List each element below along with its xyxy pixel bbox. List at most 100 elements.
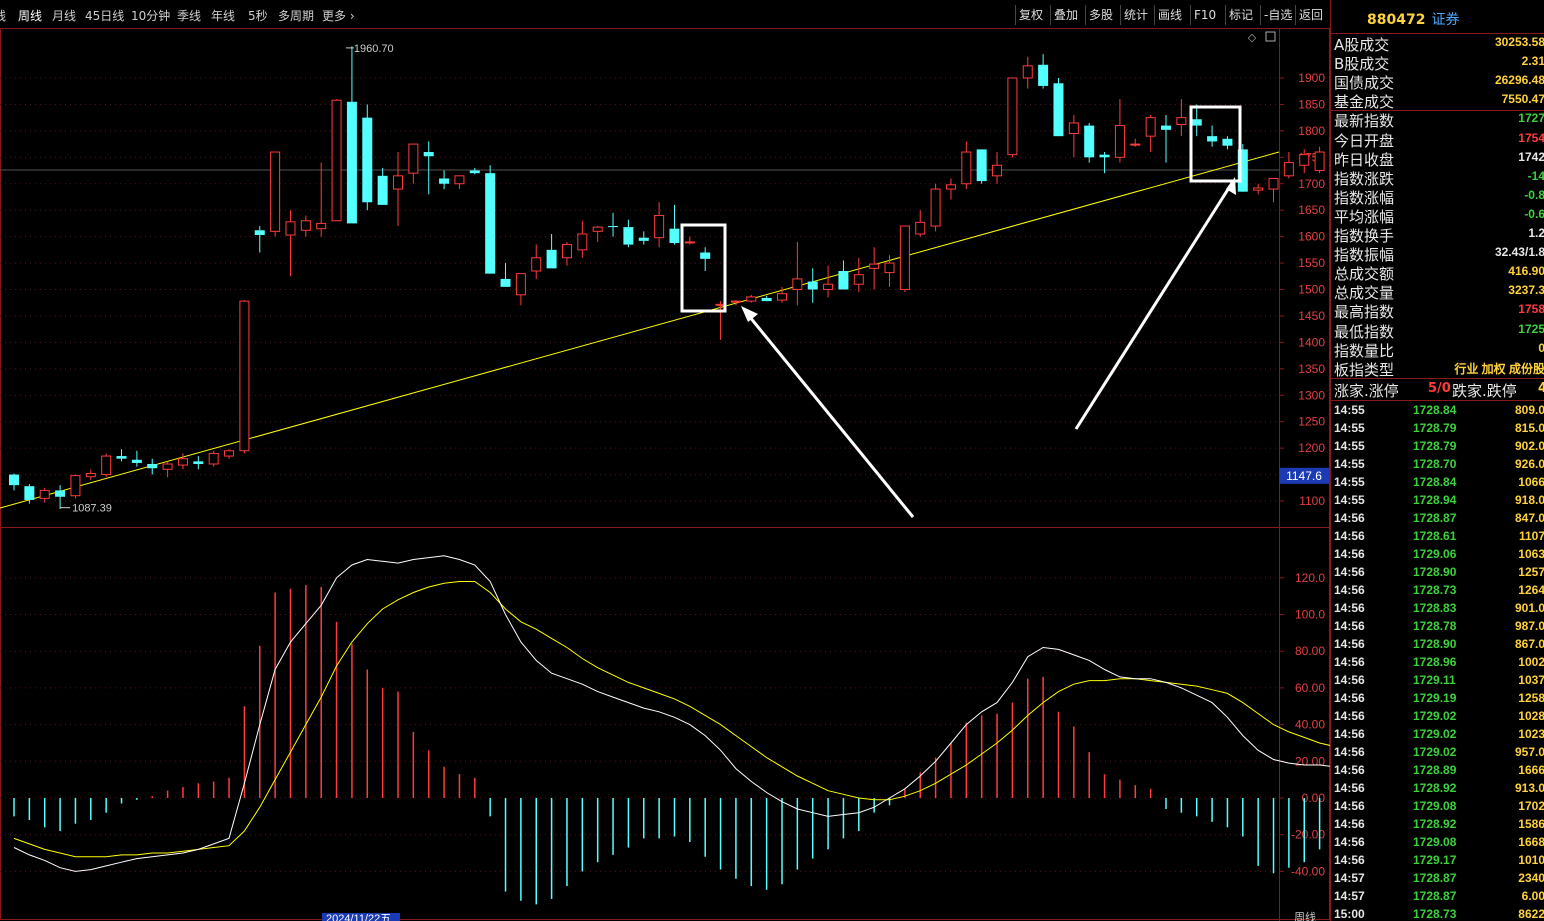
tick-time: 15:00 xyxy=(1334,906,1365,921)
tick-row: 14:55 1728.84 809.0 xyxy=(1331,403,1544,421)
tick-price: 1728.87 xyxy=(1413,870,1457,885)
candle-body xyxy=(454,175,465,185)
tick-time: 14:56 xyxy=(1334,708,1365,723)
tick-time: 14:56 xyxy=(1334,636,1365,651)
tick-price: 1728.84 xyxy=(1413,474,1457,489)
candle-body xyxy=(654,214,665,239)
updown-row: 涨家.涨停 5/0跌家.跌停 4 xyxy=(1331,380,1544,400)
tick-price: 1729.08 xyxy=(1413,798,1457,813)
price-tick-label: 1900 xyxy=(1298,71,1325,85)
tick-time: 14:56 xyxy=(1334,528,1365,543)
tick-volume: 1010 xyxy=(1518,852,1544,867)
tick-price: 1728.90 xyxy=(1413,636,1457,651)
tick-volume: 847.0 xyxy=(1514,510,1544,525)
price-tick-label: 1850 xyxy=(1298,97,1325,111)
stat-label: 基金成交 xyxy=(1334,93,1395,112)
stat-value: 0 xyxy=(1538,341,1544,355)
tick-time: 14:55 xyxy=(1334,474,1365,489)
candle-body xyxy=(239,300,250,452)
candle-body xyxy=(162,463,173,470)
tick-time: 14:56 xyxy=(1334,816,1365,831)
stat-row: 昨日收盘 1742 xyxy=(1331,149,1544,169)
tick-price: 1729.06 xyxy=(1413,546,1457,561)
candle-body xyxy=(700,252,711,259)
stat-value: 行业 加权 成份股 xyxy=(1454,361,1544,376)
candle-body xyxy=(254,230,265,236)
stat-value: -0.6 xyxy=(1524,206,1544,221)
tick-price: 1728.96 xyxy=(1413,654,1457,669)
tick-volume: 1066 xyxy=(1518,474,1544,489)
tick-volume: 957.0 xyxy=(1514,744,1544,759)
macd-tick-label: 120.0 xyxy=(1295,571,1325,585)
chart-frame xyxy=(0,28,1330,920)
tick-time: 14:56 xyxy=(1334,564,1365,579)
stat-value: 1754 xyxy=(1518,130,1544,145)
tick-price: 1728.90 xyxy=(1413,564,1457,579)
stat-label: 板指类型 xyxy=(1334,360,1395,379)
tick-row: 14:57 1728.87 6.00 xyxy=(1331,889,1544,907)
tick-price: 1728.94 xyxy=(1413,492,1457,507)
macd-tick-label: -40.00 xyxy=(1291,864,1325,878)
tick-time: 14:57 xyxy=(1334,870,1365,885)
candle-body xyxy=(1283,162,1294,177)
candle-body xyxy=(761,297,772,302)
candle-body xyxy=(869,263,880,269)
tick-time: 14:56 xyxy=(1334,546,1365,561)
tick-volume: 1257 xyxy=(1518,564,1544,579)
stat-row: 板指类型 行业 加权 成份股 xyxy=(1331,359,1544,379)
up-count: 5/0 xyxy=(1428,380,1451,396)
window-icon[interactable] xyxy=(1265,31,1276,42)
tick-row: 14:56 1728.83 901.0 xyxy=(1331,601,1544,619)
tick-time: 14:56 xyxy=(1334,600,1365,615)
tick-row: 14:56 1729.08 1668 xyxy=(1331,835,1544,853)
candle-body xyxy=(39,489,50,499)
tick-price: 1728.84 xyxy=(1413,402,1457,417)
candle-body xyxy=(1207,136,1218,142)
macd-tick-label: 40.00 xyxy=(1295,718,1325,732)
period-label: 周线 xyxy=(1294,910,1316,921)
candle-body xyxy=(884,262,895,274)
tick-row: 14:56 1729.08 1702 xyxy=(1331,799,1544,817)
tick-time: 14:56 xyxy=(1334,780,1365,795)
stat-value: 416.90 xyxy=(1508,264,1544,279)
arrow-line xyxy=(743,310,915,518)
candle-body xyxy=(531,257,542,272)
tick-price: 1728.83 xyxy=(1413,600,1457,615)
tick-volume: 2340 xyxy=(1518,870,1544,885)
candle-body xyxy=(930,188,941,227)
price-tick-label: 1350 xyxy=(1298,362,1325,376)
stat-label: 昨日收盘 xyxy=(1334,150,1395,169)
stat-row: B股成交 2.31 xyxy=(1331,53,1544,73)
tick-row: 15:00 1728.73 8622 xyxy=(1331,907,1544,921)
current-price-label: 1147.6 xyxy=(1286,469,1322,483)
updown-label: 跌家.跌停 xyxy=(1452,381,1517,400)
candle-body xyxy=(1314,151,1325,172)
stat-value: 1727 xyxy=(1518,111,1544,126)
stat-row: 今日开盘 1754 xyxy=(1331,130,1544,150)
stat-row: 总成交额 416.90 xyxy=(1331,263,1544,283)
candle-body xyxy=(147,463,158,469)
price-tick-label: 1250 xyxy=(1298,415,1325,429)
stat-value: 1742 xyxy=(1518,149,1544,164)
stat-value: 3237.3 xyxy=(1508,283,1544,298)
candle-body xyxy=(408,143,419,174)
tick-time: 14:56 xyxy=(1334,510,1365,525)
stat-label: 指数振幅 xyxy=(1334,246,1395,265)
tick-row: 14:56 1728.90 867.0 xyxy=(1331,637,1544,655)
tick-volume: 1258 xyxy=(1518,690,1544,705)
tick-row: 14:56 1729.02 1028 xyxy=(1331,709,1544,727)
stat-row: 指数涨幅 -0.8 xyxy=(1331,187,1544,207)
candle-body xyxy=(316,222,327,230)
tick-volume: 815.0 xyxy=(1514,420,1544,435)
stat-row: 指数涨跌 -14 xyxy=(1331,168,1544,188)
tick-time: 14:56 xyxy=(1334,852,1365,867)
candle-body xyxy=(1022,65,1033,79)
price-tick-label: 1400 xyxy=(1298,335,1325,349)
candle-body xyxy=(1007,77,1018,156)
tick-time: 14:56 xyxy=(1334,654,1365,669)
candle-body xyxy=(1099,154,1110,158)
chart-area[interactable]: 1900185018001750170016501600155015001450… xyxy=(0,0,1330,921)
trendline xyxy=(0,151,1280,509)
security-name: 证券 xyxy=(1431,12,1460,28)
stat-value: 32.43/1.8 xyxy=(1494,245,1544,260)
